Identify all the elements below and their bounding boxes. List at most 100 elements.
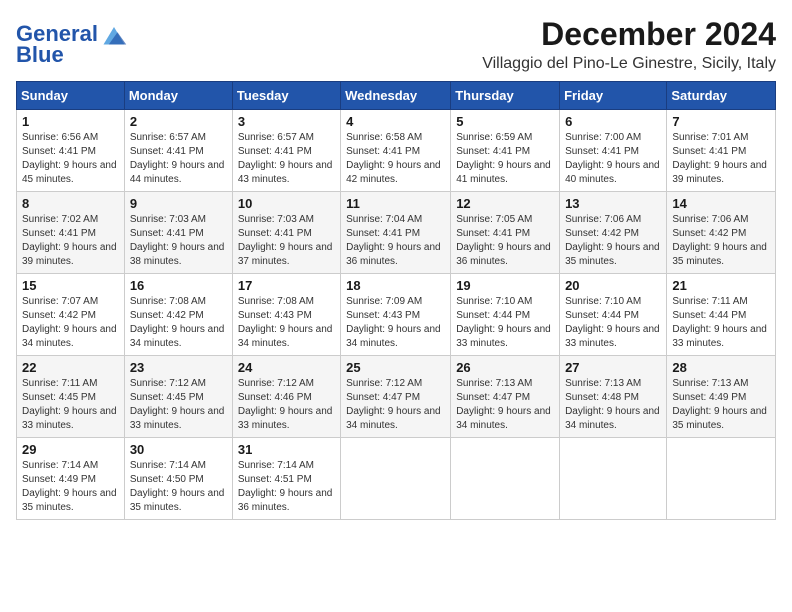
calendar-cell: 2 Sunrise: 6:57 AMSunset: 4:41 PMDaylight… xyxy=(124,110,232,192)
day-number: 13 xyxy=(565,196,661,211)
day-info: Sunrise: 6:57 AMSunset: 4:41 PMDaylight:… xyxy=(130,131,227,187)
calendar-cell: 13 Sunrise: 7:06 AMSunset: 4:42 PMDayligh… xyxy=(560,192,667,274)
header: General Blue December 2024 Villaggio del… xyxy=(16,16,776,73)
day-number: 11 xyxy=(346,196,445,211)
day-info: Sunrise: 7:07 AMSunset: 4:42 PMDaylight:… xyxy=(22,295,119,351)
calendar-header-tuesday: Tuesday xyxy=(232,82,340,110)
day-info: Sunrise: 6:59 AMSunset: 4:41 PMDaylight:… xyxy=(456,131,554,187)
calendar-cell: 3Sunrise: 6:57 AMSunset: 4:41 PMDaylight… xyxy=(232,110,340,192)
day-info: Sunrise: 7:06 AMSunset: 4:42 PMDaylight:… xyxy=(672,213,770,269)
calendar-cell: 20 Sunrise: 7:10 AMSunset: 4:44 PMDayligh… xyxy=(560,274,667,356)
day-number: 1 xyxy=(22,114,119,129)
day-number: 9 xyxy=(130,196,227,211)
calendar-header-thursday: Thursday xyxy=(451,82,560,110)
day-info: Sunrise: 7:14 AMSunset: 4:51 PMDaylight:… xyxy=(238,459,335,515)
calendar-cell: 30 Sunrise: 7:14 AMSunset: 4:50 PMDayligh… xyxy=(124,438,232,520)
calendar-cell: 23Sunrise: 7:12 AMSunset: 4:45 PMDayligh… xyxy=(124,356,232,438)
calendar-week-row: 1 Sunrise: 6:56 AMSunset: 4:41 PMDaylight… xyxy=(17,110,776,192)
day-number: 21 xyxy=(672,278,770,293)
calendar-cell: 28 Sunrise: 7:13 AMSunset: 4:49 PMDayligh… xyxy=(667,356,776,438)
calendar-cell xyxy=(667,438,776,520)
day-info: Sunrise: 7:03 AMSunset: 4:41 PMDaylight:… xyxy=(130,213,227,269)
calendar-cell: 1 Sunrise: 6:56 AMSunset: 4:41 PMDaylight… xyxy=(17,110,125,192)
day-number: 15 xyxy=(22,278,119,293)
day-number: 24 xyxy=(238,360,335,375)
day-info: Sunrise: 7:02 AMSunset: 4:41 PMDaylight:… xyxy=(22,213,119,269)
day-info: Sunrise: 7:13 AMSunset: 4:47 PMDaylight:… xyxy=(456,377,554,433)
day-info: Sunrise: 7:11 AMSunset: 4:44 PMDaylight:… xyxy=(672,295,770,351)
calendar-header-sunday: Sunday xyxy=(17,82,125,110)
calendar-week-row: 15 Sunrise: 7:07 AMSunset: 4:42 PMDayligh… xyxy=(17,274,776,356)
day-info: Sunrise: 7:10 AMSunset: 4:44 PMDaylight:… xyxy=(456,295,554,351)
day-number: 6 xyxy=(565,114,661,129)
day-info: Sunrise: 7:13 AMSunset: 4:48 PMDaylight:… xyxy=(565,377,661,433)
day-info: Sunrise: 7:05 AMSunset: 4:41 PMDaylight:… xyxy=(456,213,554,269)
page-title: December 2024 xyxy=(482,16,776,53)
calendar-cell: 7Sunrise: 7:01 AMSunset: 4:41 PMDaylight… xyxy=(667,110,776,192)
calendar-header-monday: Monday xyxy=(124,82,232,110)
calendar-header-wednesday: Wednesday xyxy=(341,82,451,110)
calendar-cell: 19 Sunrise: 7:10 AMSunset: 4:44 PMDayligh… xyxy=(451,274,560,356)
day-number: 22 xyxy=(22,360,119,375)
calendar-cell: 14 Sunrise: 7:06 AMSunset: 4:42 PMDayligh… xyxy=(667,192,776,274)
calendar-cell xyxy=(560,438,667,520)
day-info: Sunrise: 7:14 AMSunset: 4:49 PMDaylight:… xyxy=(22,459,119,515)
calendar-cell: 11 Sunrise: 7:04 AMSunset: 4:41 PMDayligh… xyxy=(341,192,451,274)
day-number: 25 xyxy=(346,360,445,375)
day-number: 14 xyxy=(672,196,770,211)
calendar-cell: 8 Sunrise: 7:02 AMSunset: 4:41 PMDaylight… xyxy=(17,192,125,274)
calendar-cell: 4Sunrise: 6:58 AMSunset: 4:41 PMDaylight… xyxy=(341,110,451,192)
title-area: December 2024 Villaggio del Pino-Le Gine… xyxy=(482,16,776,73)
day-number: 23 xyxy=(130,360,227,375)
calendar-header-row: SundayMondayTuesdayWednesdayThursdayFrid… xyxy=(17,82,776,110)
calendar-cell: 24Sunrise: 7:12 AMSunset: 4:46 PMDayligh… xyxy=(232,356,340,438)
day-info: Sunrise: 7:08 AMSunset: 4:43 PMDaylight:… xyxy=(238,295,335,351)
logo-icon xyxy=(100,20,128,48)
day-info: Sunrise: 6:57 AMSunset: 4:41 PMDaylight:… xyxy=(238,131,335,187)
day-number: 19 xyxy=(456,278,554,293)
calendar-cell: 31Sunrise: 7:14 AMSunset: 4:51 PMDayligh… xyxy=(232,438,340,520)
day-info: Sunrise: 7:00 AMSunset: 4:41 PMDaylight:… xyxy=(565,131,661,187)
day-number: 26 xyxy=(456,360,554,375)
calendar-week-row: 29 Sunrise: 7:14 AMSunset: 4:49 PMDayligh… xyxy=(17,438,776,520)
day-info: Sunrise: 6:56 AMSunset: 4:41 PMDaylight:… xyxy=(22,131,119,187)
calendar-cell: 27Sunrise: 7:13 AMSunset: 4:48 PMDayligh… xyxy=(560,356,667,438)
day-number: 28 xyxy=(672,360,770,375)
calendar-cell xyxy=(451,438,560,520)
day-number: 16 xyxy=(130,278,227,293)
day-info: Sunrise: 7:10 AMSunset: 4:44 PMDaylight:… xyxy=(565,295,661,351)
calendar-table: SundayMondayTuesdayWednesdayThursdayFrid… xyxy=(16,81,776,520)
day-info: Sunrise: 7:04 AMSunset: 4:41 PMDaylight:… xyxy=(346,213,445,269)
day-number: 18 xyxy=(346,278,445,293)
calendar-cell: 25 Sunrise: 7:12 AMSunset: 4:47 PMDayligh… xyxy=(341,356,451,438)
calendar-cell: 16 Sunrise: 7:08 AMSunset: 4:42 PMDayligh… xyxy=(124,274,232,356)
day-info: Sunrise: 7:14 AMSunset: 4:50 PMDaylight:… xyxy=(130,459,227,515)
calendar-header-saturday: Saturday xyxy=(667,82,776,110)
day-info: Sunrise: 7:13 AMSunset: 4:49 PMDaylight:… xyxy=(672,377,770,433)
day-info: Sunrise: 7:12 AMSunset: 4:47 PMDaylight:… xyxy=(346,377,445,433)
page-subtitle: Villaggio del Pino-Le Ginestre, Sicily, … xyxy=(482,55,776,73)
day-number: 20 xyxy=(565,278,661,293)
day-number: 29 xyxy=(22,442,119,457)
day-number: 8 xyxy=(22,196,119,211)
calendar-week-row: 22Sunrise: 7:11 AMSunset: 4:45 PMDayligh… xyxy=(17,356,776,438)
calendar-cell: 6 Sunrise: 7:00 AMSunset: 4:41 PMDaylight… xyxy=(560,110,667,192)
day-info: Sunrise: 7:03 AMSunset: 4:41 PMDaylight:… xyxy=(238,213,335,269)
logo: General Blue xyxy=(16,20,128,66)
day-info: Sunrise: 7:08 AMSunset: 4:42 PMDaylight:… xyxy=(130,295,227,351)
calendar-cell: 5Sunrise: 6:59 AMSunset: 4:41 PMDaylight… xyxy=(451,110,560,192)
day-info: Sunrise: 7:06 AMSunset: 4:42 PMDaylight:… xyxy=(565,213,661,269)
calendar-cell: 15 Sunrise: 7:07 AMSunset: 4:42 PMDayligh… xyxy=(17,274,125,356)
logo-text-blue: Blue xyxy=(16,44,64,66)
calendar-cell: 9 Sunrise: 7:03 AMSunset: 4:41 PMDaylight… xyxy=(124,192,232,274)
calendar-header-friday: Friday xyxy=(560,82,667,110)
calendar-cell: 18 Sunrise: 7:09 AMSunset: 4:43 PMDayligh… xyxy=(341,274,451,356)
calendar-week-row: 8 Sunrise: 7:02 AMSunset: 4:41 PMDaylight… xyxy=(17,192,776,274)
day-number: 2 xyxy=(130,114,227,129)
day-info: Sunrise: 7:09 AMSunset: 4:43 PMDaylight:… xyxy=(346,295,445,351)
day-number: 30 xyxy=(130,442,227,457)
day-info: Sunrise: 6:58 AMSunset: 4:41 PMDaylight:… xyxy=(346,131,445,187)
day-number: 17 xyxy=(238,278,335,293)
calendar-cell: 10Sunrise: 7:03 AMSunset: 4:41 PMDayligh… xyxy=(232,192,340,274)
day-info: Sunrise: 7:01 AMSunset: 4:41 PMDaylight:… xyxy=(672,131,770,187)
